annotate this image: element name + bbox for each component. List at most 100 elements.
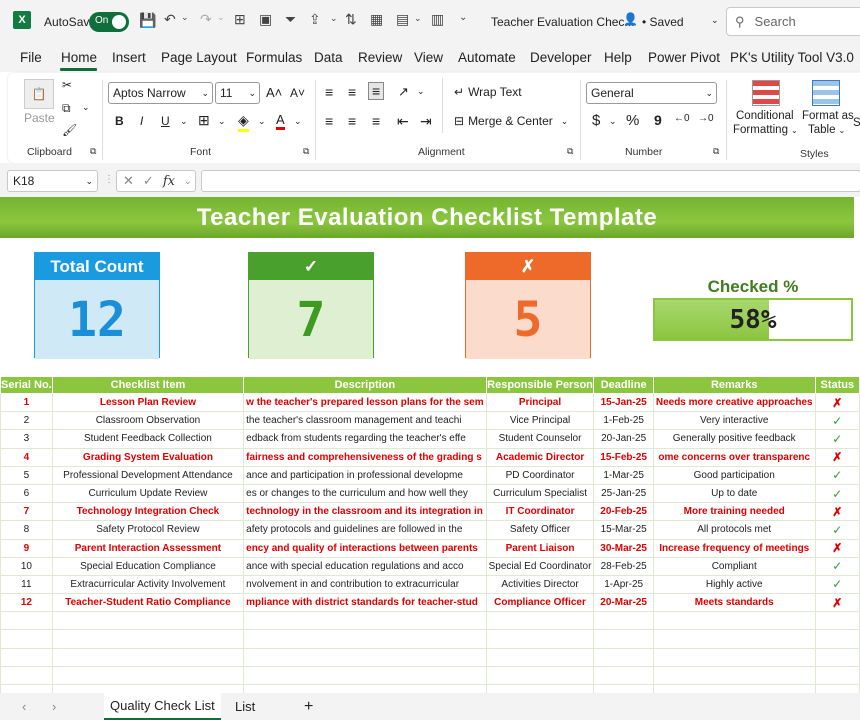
align-top-icon[interactable]: ≡	[325, 84, 333, 100]
tab-developer[interactable]: Developer	[530, 50, 592, 65]
cell-item[interactable]: Classroom Observation	[51, 411, 245, 431]
merge-center-button[interactable]: ⊟ Merge & Center ⌄	[454, 114, 568, 128]
cell-description[interactable]: ance with special education regulations …	[243, 556, 487, 576]
empty-cell[interactable]	[0, 629, 53, 649]
cell-item[interactable]: Curriculum Update Review	[51, 483, 245, 504]
empty-cell[interactable]	[593, 629, 654, 649]
cell-remarks[interactable]: Needs more creative approaches	[652, 392, 816, 413]
format-painter-icon[interactable]: 🖌	[62, 123, 77, 137]
cell-status[interactable]: ✗	[814, 392, 860, 413]
cell-deadline[interactable]: 30-Mar-25	[593, 538, 654, 558]
cell-person[interactable]: Student Counselor	[485, 429, 595, 449]
cell-item[interactable]: Grading System Evaluation	[51, 447, 245, 467]
decrease-indent-icon[interactable]: ⇤	[397, 113, 409, 130]
cell-item[interactable]: Lesson Plan Review	[51, 392, 245, 413]
tab-view[interactable]: View	[414, 50, 443, 65]
paste-icon[interactable]: 📋	[24, 79, 54, 109]
empty-cell[interactable]	[814, 647, 860, 667]
empty-cell[interactable]	[0, 665, 53, 686]
orientation-icon[interactable]: ↗	[398, 84, 409, 100]
empty-cell[interactable]	[485, 647, 595, 667]
tab-help[interactable]: Help	[604, 50, 632, 65]
form-icon[interactable]: ▥	[431, 11, 444, 28]
tab-data[interactable]: Data	[314, 50, 343, 65]
cell-person[interactable]: Parent Liaison	[485, 538, 595, 558]
empty-cell[interactable]	[0, 611, 53, 631]
cell-serial[interactable]: 11	[0, 574, 53, 595]
cell-person[interactable]: Vice Principal	[485, 411, 595, 431]
cell-description[interactable]: es or changes to the curriculum and how …	[243, 483, 487, 504]
decrease-decimal-icon[interactable]: →0	[698, 113, 714, 124]
col-item[interactable]: Checklist Item	[51, 376, 245, 394]
cell-remarks[interactable]: More training needed	[652, 502, 816, 522]
col-status[interactable]: Status	[814, 376, 860, 394]
font-size-select[interactable]: 11 ⌄	[215, 82, 260, 104]
cell-serial[interactable]: 5	[0, 465, 53, 485]
more-icon[interactable]: ⋮	[104, 174, 114, 185]
align-left-icon[interactable]: ≡	[325, 113, 333, 129]
empty-cell[interactable]	[814, 665, 860, 686]
copy-icon[interactable]: ⧉	[62, 101, 71, 116]
add-sheet-button[interactable]: +	[304, 693, 313, 720]
empty-cell[interactable]	[51, 611, 245, 631]
cell-deadline[interactable]: 25-Jan-25	[593, 483, 654, 504]
cell-person[interactable]: Academic Director	[485, 447, 595, 467]
number-launcher-icon[interactable]: ⧉	[713, 146, 719, 157]
empty-cell[interactable]	[485, 665, 595, 686]
cell-item[interactable]: Safety Protocol Review	[51, 520, 245, 540]
tab-home[interactable]: Home	[61, 50, 97, 65]
empty-cell[interactable]	[593, 611, 654, 631]
decrease-font-icon[interactable]: A˅	[290, 86, 305, 100]
filter-icon[interactable]: ⏷	[285, 11, 296, 28]
cell-description[interactable]: afety protocols and guidelines are follo…	[243, 520, 487, 540]
name-box[interactable]: K18 ⌄	[7, 170, 98, 192]
empty-cell[interactable]	[485, 611, 595, 631]
cell-item[interactable]: Technology Integration Check	[51, 502, 245, 522]
col-remarks[interactable]: Remarks	[652, 376, 816, 394]
cell-description[interactable]: edback from students regarding the teach…	[243, 429, 487, 449]
cell-remarks[interactable]: Up to date	[652, 483, 816, 504]
cell-item[interactable]: Professional Development Attendance	[51, 465, 245, 485]
cell-serial[interactable]: 8	[0, 520, 53, 540]
cell-deadline[interactable]: 20-Jan-25	[593, 429, 654, 449]
cell-status[interactable]: ✗	[814, 447, 860, 467]
empty-cell[interactable]	[51, 665, 245, 686]
cell-remarks[interactable]: ome concerns over transparenc	[652, 447, 816, 467]
align-center-icon[interactable]: ≡	[348, 113, 356, 129]
cell-remarks[interactable]: Increase frequency of meetings	[652, 538, 816, 558]
sheet-tab-list[interactable]: List	[235, 693, 255, 720]
cell-status[interactable]: ✓	[814, 520, 860, 540]
empty-cell[interactable]	[814, 611, 860, 631]
empty-cell[interactable]	[652, 665, 816, 686]
wrap-text-button[interactable]: ↵ Wrap Text	[454, 85, 522, 99]
cell-remarks[interactable]: Compliant	[652, 556, 816, 576]
insert-function-button[interactable]: fx	[163, 174, 175, 189]
cell-serial[interactable]: 2	[0, 411, 53, 431]
cancel-icon[interactable]: ✕	[123, 173, 134, 189]
format-as-table-line1[interactable]: Format as	[802, 110, 854, 122]
orientation-dropdown-icon[interactable]: ⌄	[417, 86, 425, 97]
sort-icon[interactable]: ⇅	[345, 11, 357, 28]
tab-review[interactable]: Review	[358, 50, 402, 65]
cell-status[interactable]: ✓	[814, 429, 860, 449]
share-dropdown-icon[interactable]: ⌄	[330, 13, 338, 24]
cell-item[interactable]: Parent Interaction Assessment	[51, 538, 245, 558]
cell-description[interactable]: ency and quality of interactions between…	[243, 538, 487, 558]
format-as-table-button[interactable]: Table ⌄	[808, 124, 845, 136]
conditional-formatting-button[interactable]: Formatting ⌄	[733, 124, 798, 136]
cell-remarks[interactable]: Good participation	[652, 465, 816, 485]
cell-deadline[interactable]: 1-Mar-25	[593, 465, 654, 485]
cell-description[interactable]: fairness and comprehensiveness of the gr…	[243, 447, 487, 467]
align-right-icon[interactable]: ≡	[372, 113, 380, 129]
cell-remarks[interactable]: Meets standards	[652, 593, 816, 613]
cell-deadline[interactable]: 28-Feb-25	[593, 556, 654, 576]
cell-serial[interactable]: 3	[0, 429, 53, 449]
number-format-select[interactable]: General ⌄	[586, 82, 717, 104]
cell-person[interactable]: Curriculum Specialist	[485, 483, 595, 504]
cell-status[interactable]: ✗	[814, 538, 860, 558]
cell-serial[interactable]: 6	[0, 483, 53, 504]
cell-remarks[interactable]: All protocols met	[652, 520, 816, 540]
empty-cell[interactable]	[652, 629, 816, 649]
cell-deadline[interactable]: 15-Feb-25	[593, 447, 654, 467]
conditional-formatting-line1[interactable]: Conditional	[736, 110, 794, 122]
